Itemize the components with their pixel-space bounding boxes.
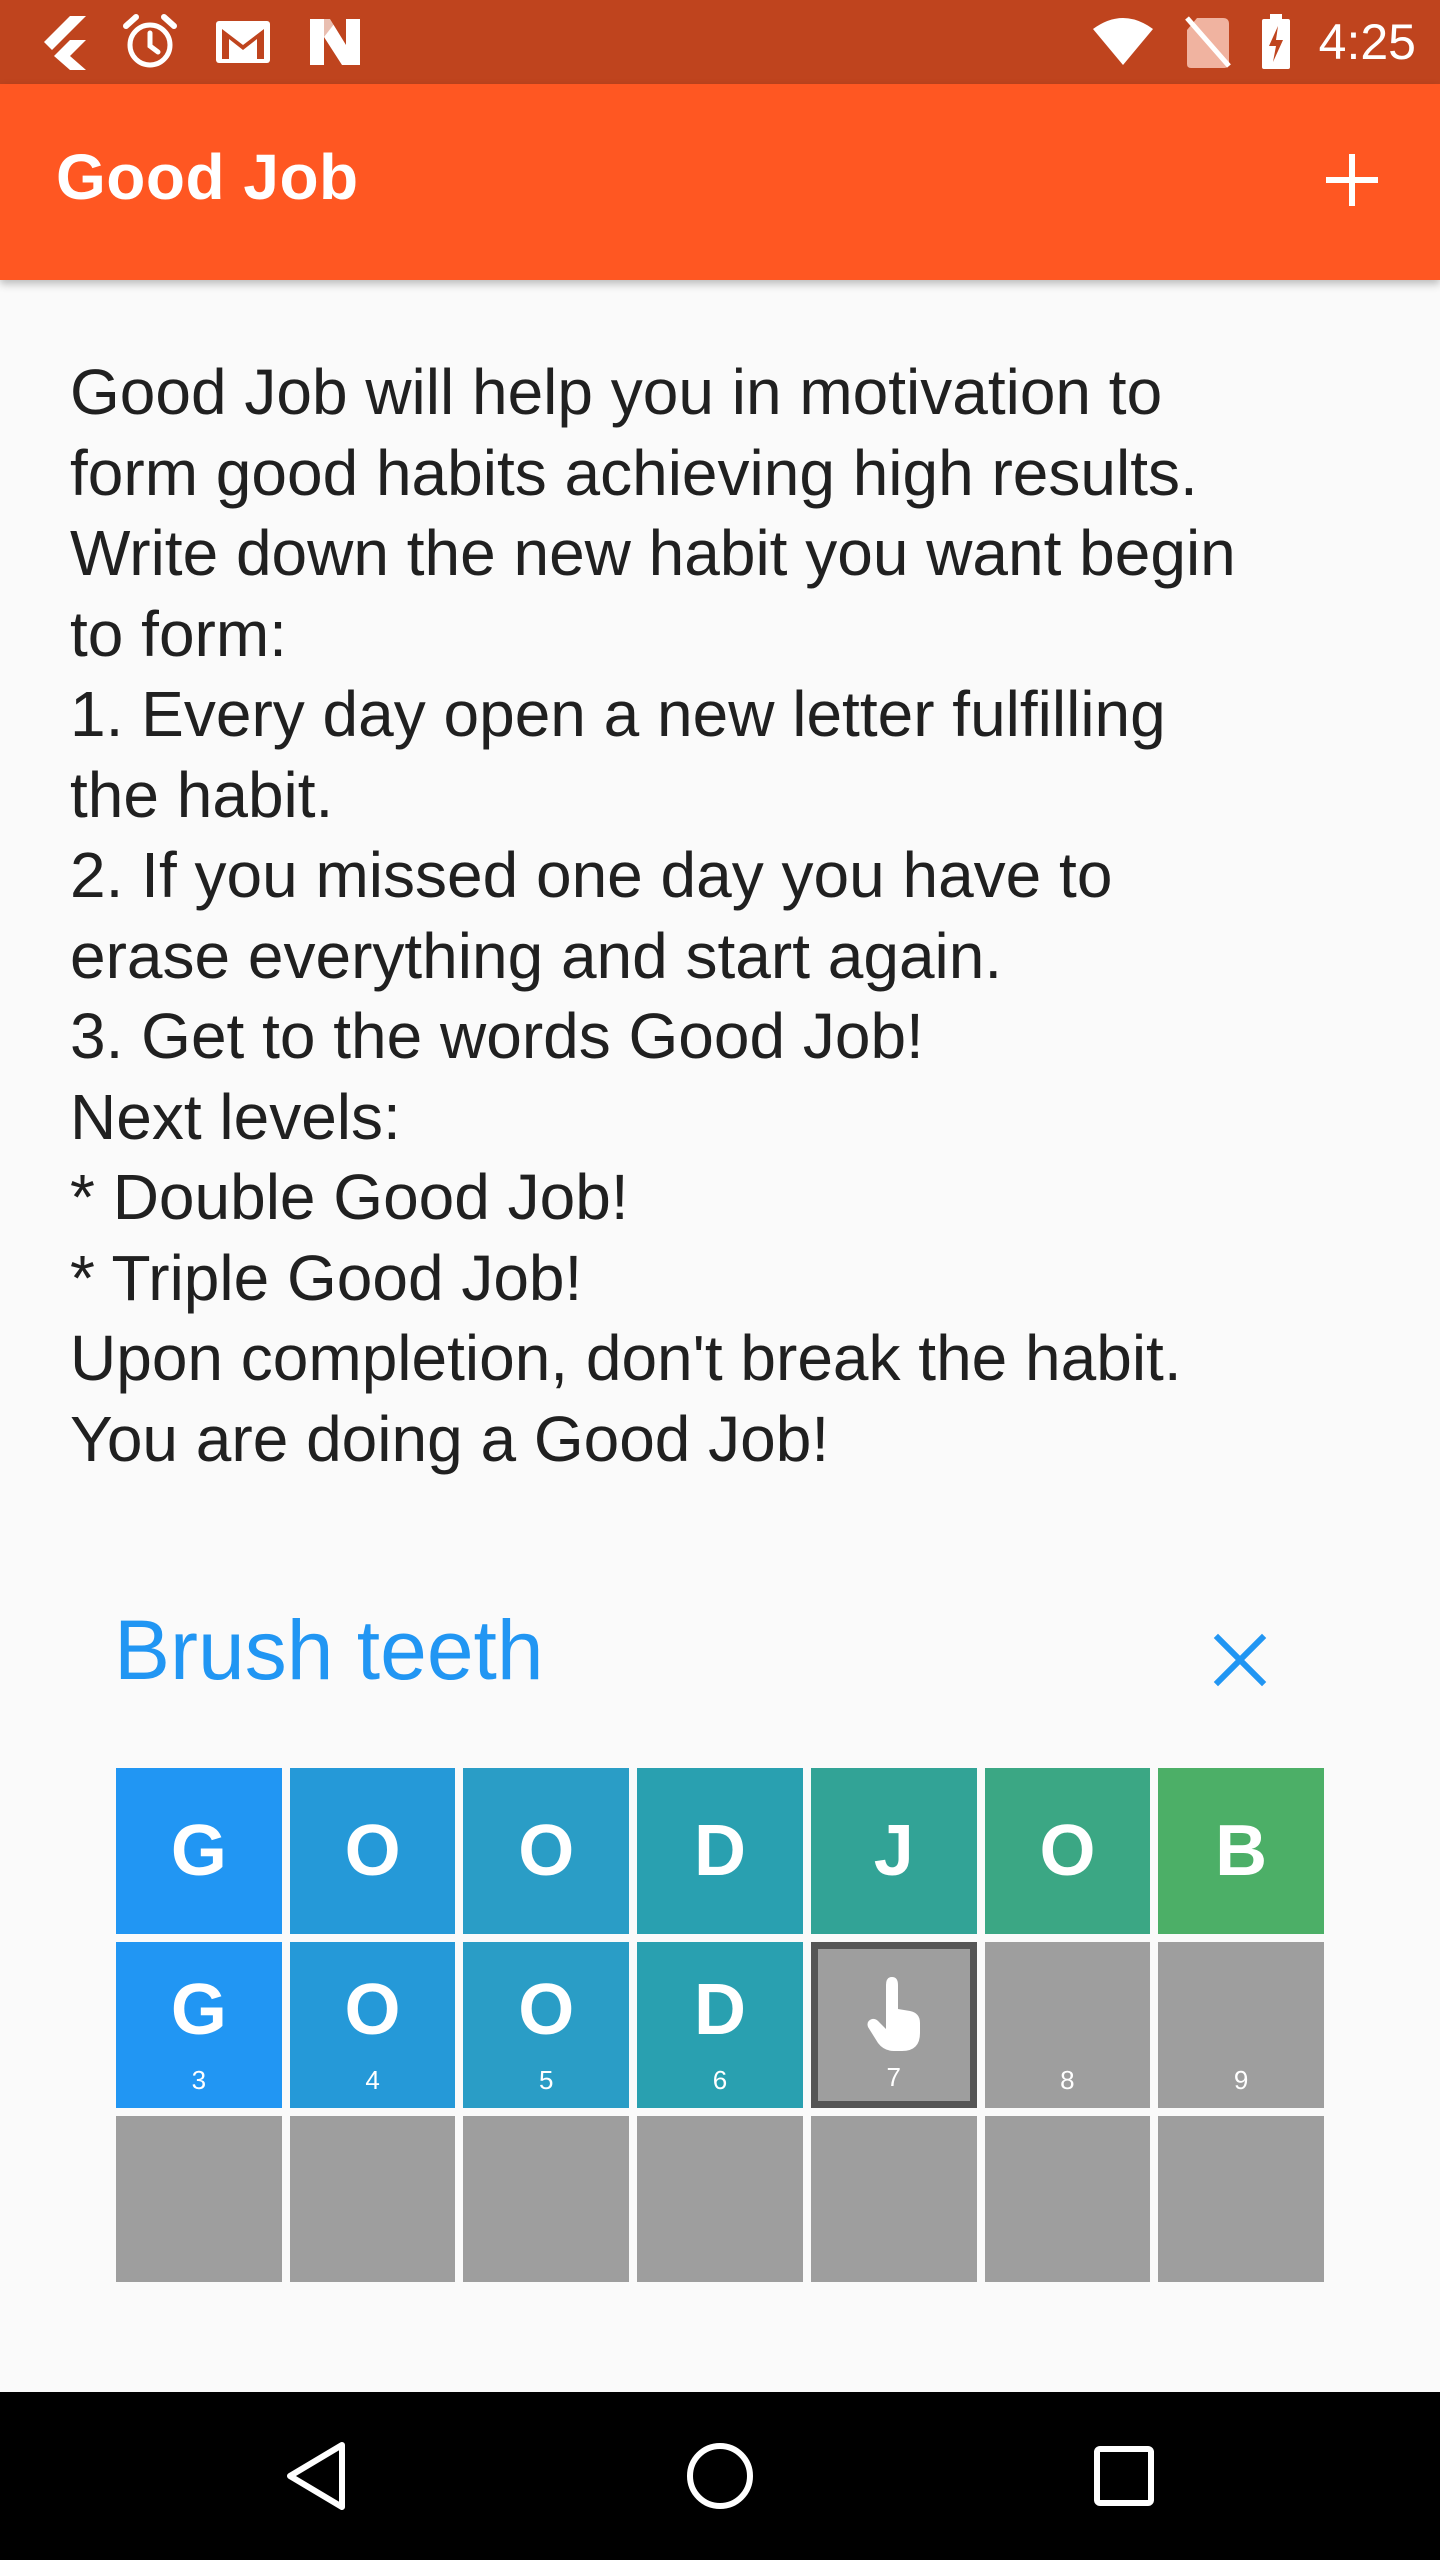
grid-cell: O4 [289,1942,456,2108]
intro-line: form good habits achieving high results. [70,436,1198,509]
grid-cell [289,2116,456,2282]
intro-line: Next levels: [70,1080,401,1153]
intro-line: You are doing a Good Job! [70,1402,830,1475]
home-icon [687,2443,753,2509]
tap-icon [867,1977,920,2051]
intro-line: the habit. [70,758,334,831]
day-number: 5 [539,2065,554,2095]
app-notification-icon [44,16,86,70]
intro-line: * Triple Good Job! [70,1241,583,1314]
intro-line: Write down the new habit you want begin [70,517,1236,589]
grid-cell: 9 [1158,1942,1324,2108]
intro-line: to form: [70,597,287,670]
delete-habit-button[interactable] [1190,1610,1290,1710]
cell-letter: D [694,1811,747,1891]
status-bar-right-icons: 4:25 [1091,10,1416,74]
day-number: 4 [365,2065,380,2095]
day-number: 3 [191,2065,207,2095]
grid-cell: B [1158,1768,1325,1934]
grid-cell: J [810,1768,977,1934]
grid-cell: D [637,1768,803,1934]
grid-cell [116,2116,282,2282]
grid-cell [984,2116,1151,2282]
cell-letter: O [518,1811,575,1891]
grid-cell: O [289,1768,456,1934]
intro-line: Good Job will help you in motivation to [70,356,1163,428]
habit-grid: G O O D J O B G3 O4 O5 D6 7 8 9 [116,1768,1325,2290]
grid-cell: G3 [116,1942,282,2108]
battery-charging-icon [1261,14,1290,69]
cell-letter: G [170,1970,227,2050]
status-time: 4:25 [1318,14,1416,70]
grid-cell: O [984,1768,1151,1934]
current-day-cell[interactable]: 7 [810,1942,977,2108]
cell-letter: O [518,1970,575,2050]
intro-line: 3. Get to the words Good Job! [70,1000,924,1072]
cell-letter: O [1039,1811,1096,1891]
grid-row [116,2116,1325,2282]
day-number: 6 [712,2065,728,2095]
day-number: 8 [1060,2065,1075,2095]
cell-letter: G [170,1811,227,1891]
cell-letter: O [344,1811,401,1891]
grid-cell: O5 [463,1942,630,2108]
back-icon [287,2442,345,2510]
intro-line: erase everything and start again. [70,919,1003,992]
intro-text: Good Job will help you in motivation to … [70,352,1390,1479]
back-button[interactable] [266,2426,366,2526]
day-number: 9 [1233,2065,1249,2095]
status-bar-left-icons [40,14,362,70]
grid-cell: G [116,1768,282,1934]
recents-icon [1094,2446,1154,2506]
no-sim-icon [1184,16,1231,68]
grid-cell [1158,2116,1325,2282]
intro-line: 2. If you missed one day you have to [70,839,1113,911]
day-number: 7 [886,2062,901,2092]
grid-cell: D6 [637,1942,803,2108]
n-app-icon [310,19,360,65]
cell-letter: J [873,1811,914,1891]
add-icon [1326,154,1378,206]
wifi-icon [1092,18,1153,65]
navigation-bar [0,2392,1440,2560]
grid-cell: O [463,1768,630,1934]
grid-row: G3 O4 O5 D6 7 8 9 [116,1942,1324,2108]
intro-line: * Double Good Job! [70,1161,629,1233]
gmail-icon [216,21,270,63]
grid-row: G O O D J O B [116,1768,1325,1934]
intro-line: 1. Every day open a new letter fulfillin… [70,678,1166,750]
habit-title[interactable]: Brush teeth [114,1602,544,1699]
status-bar: 4:25 [0,0,1440,84]
app-title: Good Job [56,141,359,213]
alarm-icon [123,14,177,68]
add-habit-button[interactable] [1304,132,1400,228]
app-bar: Good Job [0,84,1440,280]
recents-button[interactable] [1074,2426,1174,2526]
grid-cell: 8 [984,1942,1151,2108]
intro-line: Upon completion, don't break the habit. [70,1322,1182,1394]
cell-letter: D [693,1970,746,2050]
cell-letter: O [344,1970,401,2050]
cell-letter: B [1215,1811,1268,1891]
home-button[interactable] [670,2426,770,2526]
grid-cell [637,2116,803,2282]
grid-cell [810,2116,977,2282]
close-icon [1213,1633,1267,1687]
grid-cell [463,2116,630,2282]
